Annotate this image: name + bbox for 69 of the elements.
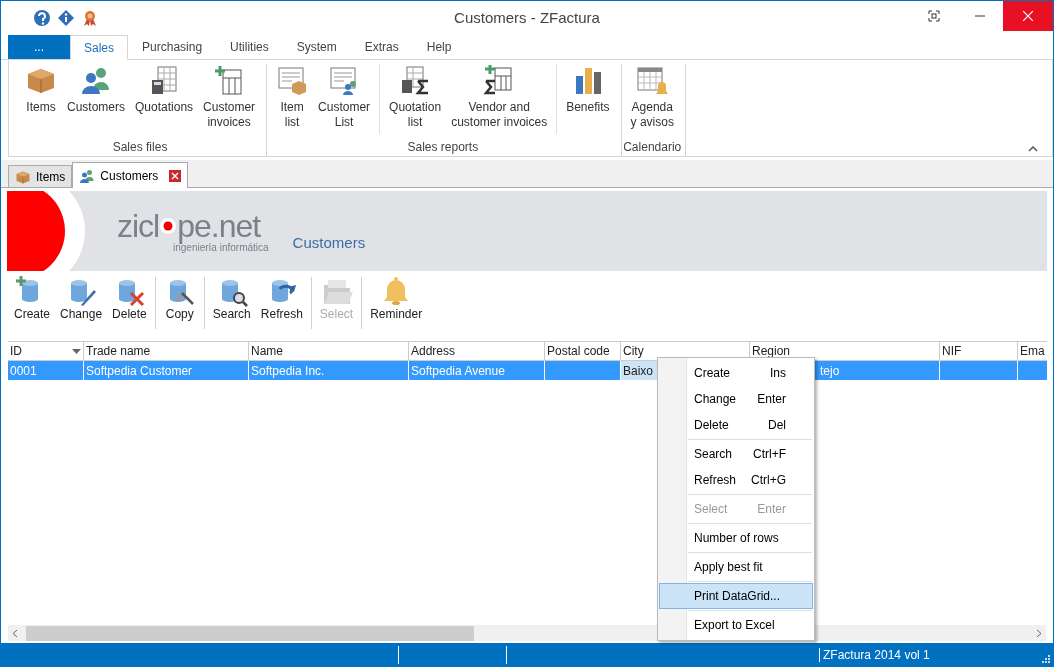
column-header[interactable]: Trade name [84, 342, 249, 361]
document-tab[interactable]: Items [8, 165, 73, 187]
ribbon-tab[interactable]: Utilities [216, 35, 283, 59]
column-header[interactable]: Region [750, 342, 940, 361]
ribbon-button[interactable]: Customer invoices [198, 64, 261, 134]
column-header[interactable]: Postal code [545, 342, 621, 361]
resize-grip-icon[interactable] [1042, 655, 1050, 663]
menu-item[interactable]: Search Ctrl+F [659, 441, 813, 467]
ribbon-tab[interactable]: System [282, 35, 351, 59]
column-header[interactable]: Address [409, 342, 545, 361]
table-cell: Softpedia Customer [84, 361, 249, 380]
ribbon-button[interactable]: Quotation list [384, 64, 447, 134]
logo-text: pe.net [177, 209, 261, 242]
ribbon-button[interactable]: Items [20, 64, 62, 134]
group-label: Sales reports [407, 140, 479, 154]
page-title: Customers [292, 233, 366, 251]
ribbon-button[interactable]: Vendor and customer invoices [446, 64, 553, 134]
info-icon [57, 9, 75, 27]
logo-text: zicl [117, 209, 160, 242]
menu-item[interactable]: Export to Excel [659, 612, 813, 638]
calendar-bell-icon [636, 64, 669, 96]
award-ribbon-icon [81, 9, 99, 27]
ribbon-button[interactable]: Customers [62, 64, 130, 134]
group-label: Sales files [112, 140, 168, 154]
collapse-icon[interactable] [1028, 146, 1038, 152]
sort-arrow-icon[interactable] [72, 348, 81, 354]
column-header[interactable]: Name [249, 342, 409, 361]
menu-item[interactable]: Number of rows [659, 525, 813, 551]
menu-item[interactable]: Change Enter [659, 386, 813, 412]
ribbon-tab[interactable]: Purchasing [128, 35, 217, 59]
scroll-right-icon[interactable] [1036, 628, 1042, 638]
close-tab-icon[interactable] [169, 169, 182, 182]
table-cell: Softpedia Inc. [249, 361, 409, 380]
help-icon [33, 9, 51, 27]
ribbon-button[interactable]: Item list [271, 64, 314, 134]
menu-item[interactable]: Apply best fit [659, 554, 813, 580]
table-cell: 0001 [8, 361, 84, 380]
window-title: Customers - ZFactura [454, 9, 600, 26]
toolbar-button[interactable]: Refresh [255, 275, 308, 335]
close-icon [1023, 11, 1033, 21]
ribbon-button[interactable]: Quotations [130, 64, 199, 134]
ribbon-tab[interactable]: Sales [70, 35, 129, 60]
ribbon-button[interactable]: Customer List [313, 64, 376, 134]
menu-item[interactable]: Print DataGrid... [659, 583, 813, 609]
ribbon-button[interactable]: Agenda y avisos [625, 64, 679, 134]
table-cell: Softpedia Avenue [409, 361, 545, 380]
toolbar-button[interactable]: Create [9, 275, 56, 335]
column-header[interactable]: ID [8, 342, 84, 361]
table-cell [1018, 361, 1047, 380]
people-icon [79, 167, 96, 184]
screen-capture-icon [928, 10, 940, 22]
toolbar-button[interactable]: Change [55, 275, 108, 335]
toolbar-button[interactable]: Search [207, 275, 256, 335]
toolbar-button[interactable]: Reminder [365, 275, 428, 335]
ribbon-tab[interactable]: Extras [350, 35, 413, 59]
menu-item[interactable]: Delete Del [659, 412, 813, 438]
status-text: ZFactura 2014 vol 1 [819, 647, 930, 662]
logo-dot-icon [159, 216, 178, 235]
ribbon-button[interactable]: Benefits [561, 64, 615, 134]
menu-item[interactable]: Refresh Ctrl+G [659, 467, 813, 493]
toolbar-button[interactable]: Copy [158, 275, 201, 335]
scroll-left-icon[interactable] [12, 628, 18, 638]
list-box-icon [276, 64, 309, 96]
document-tab[interactable]: Customers [72, 162, 189, 188]
file-menu-button[interactable]: ... [8, 35, 70, 59]
group-label: Calendario [623, 140, 682, 154]
toolbar-button[interactable]: Delete [107, 275, 152, 335]
ribbon-tab[interactable]: Help [412, 35, 466, 59]
column-header[interactable]: NIF [940, 342, 1018, 361]
